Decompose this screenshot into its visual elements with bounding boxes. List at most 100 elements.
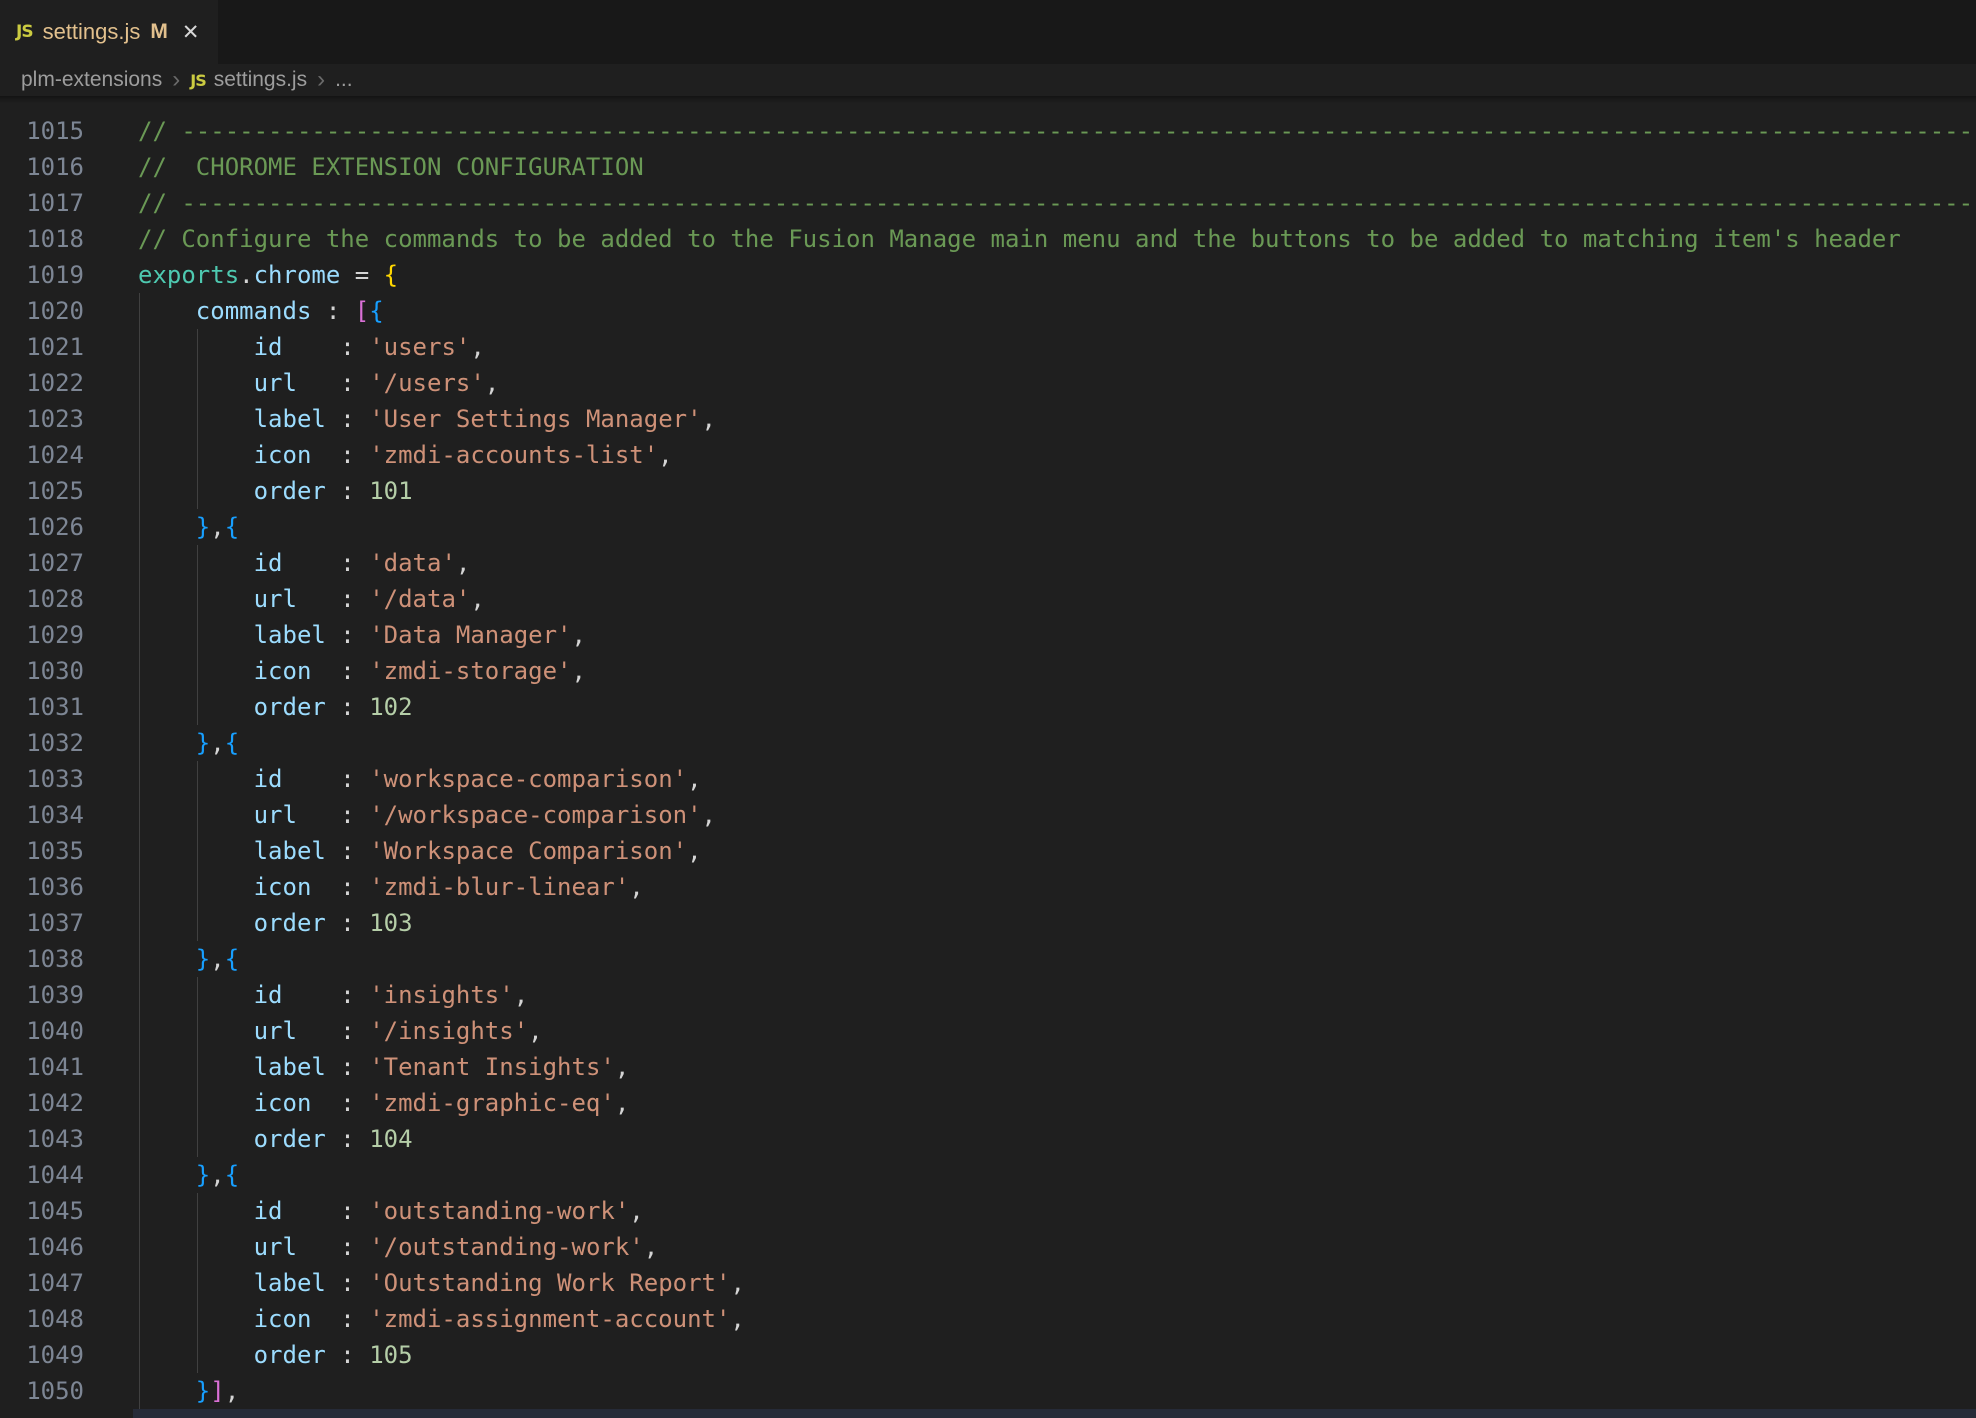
code-line[interactable]: 1017// ---------------------------------…	[0, 185, 1976, 221]
code-line[interactable]: 1027 id : 'data',	[0, 545, 1976, 581]
line-number: 1028	[0, 581, 84, 617]
code-token: :	[297, 1233, 369, 1261]
code-content: label : 'Tenant Insights',	[138, 1049, 629, 1085]
code-token: ,	[702, 405, 716, 433]
line-number: 1040	[0, 1013, 84, 1049]
tab-close-icon[interactable]: ✕	[182, 22, 200, 43]
code-token: ,	[470, 333, 484, 361]
code-line[interactable]: 1041 label : 'Tenant Insights',	[0, 1049, 1976, 1085]
code-line[interactable]: 1019exports.chrome = {	[0, 257, 1976, 293]
code-line[interactable]: 1020 commands : [{	[0, 293, 1976, 329]
code-line[interactable]: 1016// CHOROME EXTENSION CONFIGURATION	[0, 149, 1976, 185]
code-token: ,	[528, 1017, 542, 1045]
code-line[interactable]: 1015// ---------------------------------…	[0, 113, 1976, 149]
code-token: label	[254, 621, 326, 649]
code-line[interactable]: 1034 url : '/workspace-comparison',	[0, 797, 1976, 833]
code-token	[138, 1053, 254, 1081]
code-line[interactable]: 1018// Configure the commands to be adde…	[0, 221, 1976, 257]
code-line[interactable]: 1039 id : 'insights',	[0, 977, 1976, 1013]
code-token: :	[326, 477, 369, 505]
code-line[interactable]: 1026 },{	[0, 509, 1976, 545]
code-line[interactable]: 1030 icon : 'zmdi-storage',	[0, 653, 1976, 689]
indent-guide	[197, 689, 198, 725]
breadcrumb-item-file[interactable]: settings.js	[214, 68, 307, 92]
indent-guide	[197, 653, 198, 689]
line-number: 1034	[0, 797, 84, 833]
code-content: url : '/users',	[138, 365, 499, 401]
code-line[interactable]: 1045 id : 'outstanding-work',	[0, 1193, 1976, 1229]
line-number: 1023	[0, 401, 84, 437]
code-line[interactable]: 1024 icon : 'zmdi-accounts-list',	[0, 437, 1976, 473]
code-token: ,	[225, 1377, 239, 1405]
code-token	[138, 1197, 254, 1225]
code-line[interactable]: 1037 order : 103	[0, 905, 1976, 941]
line-number: 1019	[0, 257, 84, 293]
code-token: :	[326, 1125, 369, 1153]
code-line[interactable]: 1025 order : 101	[0, 473, 1976, 509]
code-token: 101	[369, 477, 412, 505]
code-line[interactable]: 1049 order : 105	[0, 1337, 1976, 1373]
code-line[interactable]: 1035 label : 'Workspace Comparison',	[0, 833, 1976, 869]
breadcrumb-item-folder[interactable]: plm-extensions	[21, 68, 162, 92]
breadcrumb-item-symbol[interactable]: ...	[335, 68, 353, 92]
indent-guide	[197, 365, 198, 401]
code-token	[138, 405, 254, 433]
code-line[interactable]: 1023 label : 'User Settings Manager',	[0, 401, 1976, 437]
code-token: :	[311, 297, 354, 325]
code-content: },{	[138, 509, 239, 545]
code-line[interactable]: 1021 id : 'users',	[0, 329, 1976, 365]
code-line[interactable]: 1029 label : 'Data Manager',	[0, 617, 1976, 653]
indent-guide	[139, 509, 140, 545]
code-token: }	[196, 945, 210, 973]
code-token	[138, 1305, 254, 1333]
code-line[interactable]: 1047 label : 'Outstanding Work Report',	[0, 1265, 1976, 1301]
indent-guide	[139, 869, 140, 905]
code-token	[138, 801, 254, 829]
indent-guide	[139, 689, 140, 725]
code-editor[interactable]: 1015// ---------------------------------…	[0, 96, 1976, 1418]
code-line[interactable]: 1042 icon : 'zmdi-graphic-eq',	[0, 1085, 1976, 1121]
indent-guide	[139, 761, 140, 797]
code-line[interactable]: 1046 url : '/outstanding-work',	[0, 1229, 1976, 1265]
code-line[interactable]: 1044 },{	[0, 1157, 1976, 1193]
code-token: label	[254, 1269, 326, 1297]
code-content: icon : 'zmdi-accounts-list',	[138, 437, 673, 473]
code-line[interactable]: 1043 order : 104	[0, 1121, 1976, 1157]
indent-guide	[197, 437, 198, 473]
code-token: 102	[369, 693, 412, 721]
code-token: url	[254, 1233, 297, 1261]
code-token: 'zmdi-storage'	[369, 657, 571, 685]
modified-badge: M	[150, 20, 168, 44]
code-line[interactable]: 1036 icon : 'zmdi-blur-linear',	[0, 869, 1976, 905]
chevron-right-icon: ›	[172, 68, 180, 92]
code-token: {	[225, 1161, 239, 1189]
code-token: order	[254, 909, 326, 937]
code-line[interactable]: 1031 order : 102	[0, 689, 1976, 725]
tab-settings-js[interactable]: JS settings.js M ✕	[0, 0, 218, 64]
code-token: url	[254, 585, 297, 613]
code-token	[138, 585, 254, 613]
code-line[interactable]: 1040 url : '/insights',	[0, 1013, 1976, 1049]
code-token	[138, 837, 254, 865]
code-token: order	[254, 693, 326, 721]
code-token: 'workspace-comparison'	[369, 765, 687, 793]
code-token	[138, 693, 254, 721]
code-line[interactable]: 1038 },{	[0, 941, 1976, 977]
code-line[interactable]: 1033 id : 'workspace-comparison',	[0, 761, 1976, 797]
code-token: ,	[470, 585, 484, 613]
code-content: label : 'Outstanding Work Report',	[138, 1265, 745, 1301]
code-token: // -------------------------------------…	[138, 189, 1973, 217]
code-content: order : 104	[138, 1121, 413, 1157]
code-line[interactable]: 1048 icon : 'zmdi-assignment-account',	[0, 1301, 1976, 1337]
code-token	[138, 333, 254, 361]
line-number: 1036	[0, 869, 84, 905]
code-line[interactable]: 1050 }],	[0, 1373, 1976, 1409]
code-content: label : 'Workspace Comparison',	[138, 833, 702, 869]
indent-guide	[139, 1337, 140, 1373]
code-line[interactable]: 1028 url : '/data',	[0, 581, 1976, 617]
line-number: 1022	[0, 365, 84, 401]
code-line[interactable]: 1032 },{	[0, 725, 1976, 761]
indent-guide	[139, 833, 140, 869]
code-line[interactable]: 1022 url : '/users',	[0, 365, 1976, 401]
line-number: 1021	[0, 329, 84, 365]
